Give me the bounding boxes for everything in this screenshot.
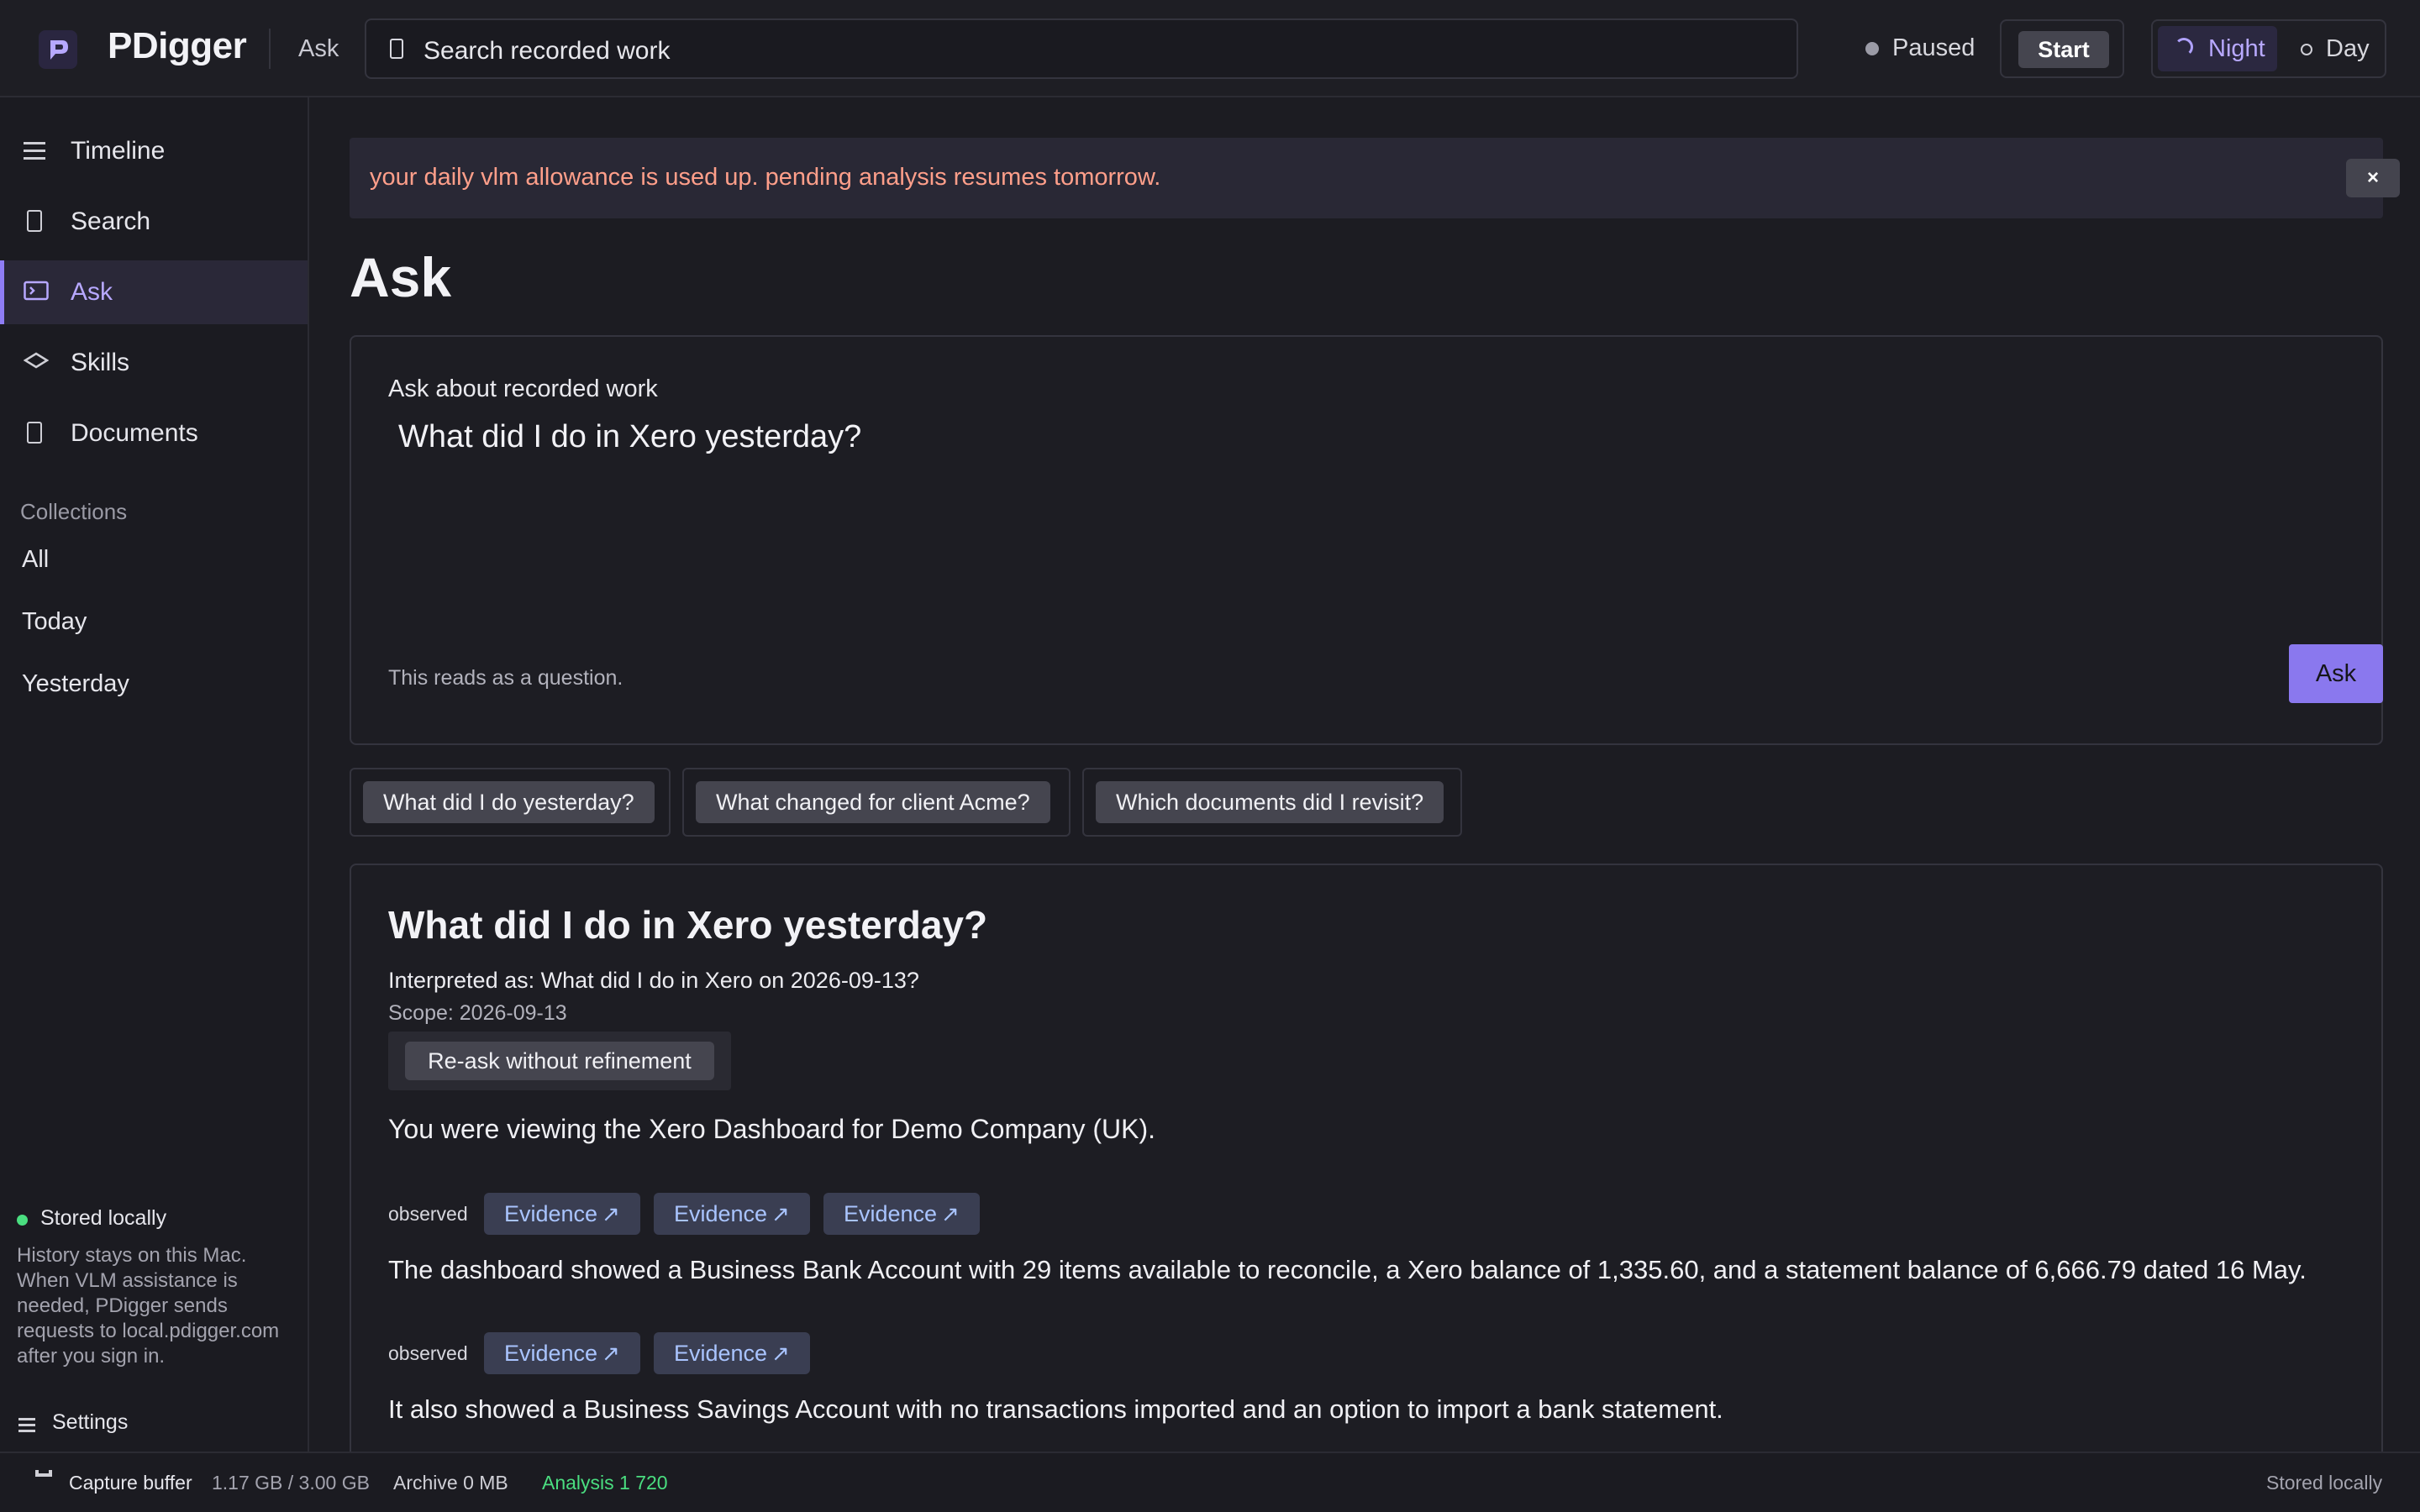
evidence-label: Evidence bbox=[674, 1341, 768, 1366]
external-link-icon: ↗ bbox=[771, 1341, 790, 1366]
sidebar-item-search[interactable]: Search bbox=[0, 190, 308, 254]
evidence-label: Evidence bbox=[504, 1201, 598, 1226]
answer-title: What did I do in Xero yesterday? bbox=[388, 903, 988, 947]
archive-size: Archive 0 MB bbox=[393, 1472, 508, 1494]
sidebar-item-timeline[interactable]: Timeline bbox=[0, 119, 308, 183]
banner-message: your daily vlm allowance is used up. pen… bbox=[370, 164, 1161, 191]
capture-buffer-value: 1.17 GB / 3.00 GB bbox=[212, 1472, 370, 1494]
loading-spinner-icon bbox=[2175, 38, 2193, 56]
collection-yesterday[interactable]: Yesterday bbox=[22, 670, 129, 698]
reask-control: Re-ask without refinement bbox=[388, 1032, 731, 1090]
stored-locally-title: Stored locally bbox=[40, 1206, 167, 1230]
sidebar-item-label: Timeline bbox=[71, 137, 166, 165]
analysis-count: Analysis 1 720 bbox=[542, 1472, 668, 1494]
quota-banner: your daily vlm allowance is used up. pen… bbox=[350, 138, 2400, 218]
suggestion-chip[interactable]: Which documents did I revisit? bbox=[1096, 781, 1444, 823]
sidebar-item-skills[interactable]: Skills bbox=[0, 331, 308, 395]
evidence-link[interactable]: Evidence ↗ bbox=[484, 1193, 640, 1235]
evidence-link[interactable]: Evidence ↗ bbox=[654, 1193, 810, 1235]
terminal-icon bbox=[24, 281, 49, 304]
layers-icon bbox=[23, 351, 50, 375]
answer-summary: You were viewing the Xero Dashboard for … bbox=[388, 1114, 1156, 1144]
sidebar-item-label: Skills bbox=[71, 349, 130, 376]
sidebar: Timeline Search Ask Skills Documents Col… bbox=[0, 97, 309, 1452]
ask-field-label: Ask about recorded work bbox=[388, 375, 658, 402]
reask-button[interactable]: Re-ask without refinement bbox=[405, 1042, 714, 1080]
search-input[interactable]: Search recorded work bbox=[365, 18, 1798, 79]
evidence-link[interactable]: Evidence ↗ bbox=[484, 1332, 640, 1374]
stored-locally-status: Stored locally bbox=[2266, 1472, 2383, 1494]
observed-label: observed bbox=[388, 1342, 468, 1364]
evidence-row: observed Evidence ↗ Evidence ↗ Evidence … bbox=[388, 1193, 1010, 1236]
collections-heading: Collections bbox=[20, 499, 128, 524]
doc-icon bbox=[27, 422, 42, 444]
external-link-icon: ↗ bbox=[602, 1341, 620, 1366]
theme-night-option[interactable]: Night bbox=[2158, 26, 2277, 71]
list-icon bbox=[24, 139, 47, 163]
evidence-row: observed Evidence ↗ Evidence ↗ bbox=[388, 1332, 842, 1376]
ask-card: Ask about recorded work What did I do in… bbox=[350, 335, 2383, 745]
circle-icon bbox=[2301, 44, 2312, 55]
settings-list-icon bbox=[18, 1416, 35, 1433]
top-divider bbox=[269, 29, 271, 69]
ask-hint: This reads as a question. bbox=[388, 666, 623, 690]
settings-link[interactable]: Settings bbox=[52, 1410, 128, 1435]
sidebar-item-documents[interactable]: Documents bbox=[0, 402, 308, 465]
sidebar-item-label: Documents bbox=[71, 419, 198, 447]
main-content: your daily vlm allowance is used up. pen… bbox=[309, 97, 2420, 1452]
search-placeholder: Search recorded work bbox=[424, 37, 671, 65]
sidebar-item-ask[interactable]: Ask bbox=[0, 260, 308, 324]
banner-close-button[interactable]: × bbox=[2346, 159, 2400, 197]
answer-card: What did I do in Xero yesterday? Interpr… bbox=[350, 864, 2383, 1452]
evidence-link[interactable]: Evidence ↗ bbox=[654, 1332, 810, 1374]
doc-icon bbox=[390, 39, 403, 59]
interpreted-query: Interpreted as: What did I do in Xero on… bbox=[388, 968, 919, 993]
evidence-label: Evidence bbox=[674, 1201, 768, 1226]
answer-sentence: It also showed a Business Savings Accoun… bbox=[388, 1394, 1723, 1424]
external-link-icon: ↗ bbox=[771, 1201, 790, 1226]
capture-buffer-label: Capture buffer bbox=[69, 1472, 192, 1494]
ask-button[interactable]: Ask bbox=[2289, 644, 2383, 703]
external-link-icon: ↗ bbox=[941, 1201, 960, 1226]
sidebar-item-label: Search bbox=[71, 207, 151, 235]
suggestion-chip[interactable]: What did I do yesterday? bbox=[363, 781, 655, 823]
collection-today[interactable]: Today bbox=[22, 608, 87, 636]
theme-night-label: Night bbox=[2208, 35, 2265, 62]
suggestion-box: What changed for client Acme? bbox=[682, 768, 1071, 837]
theme-switch: Night Day bbox=[2151, 19, 2386, 78]
observed-label: observed bbox=[388, 1203, 468, 1225]
question-input[interactable]: What did I do in Xero yesterday? bbox=[390, 412, 2339, 580]
status-bar: Capture buffer 1.17 GB / 3.00 GB Archive… bbox=[0, 1452, 2420, 1512]
start-button[interactable]: Start bbox=[2018, 31, 2109, 68]
external-link-icon: ↗ bbox=[602, 1201, 620, 1226]
capture-status-dot bbox=[1865, 42, 1879, 55]
evidence-link[interactable]: Evidence ↗ bbox=[823, 1193, 980, 1235]
answer-scope: Scope: 2026-09-13 bbox=[388, 1001, 567, 1025]
sidebar-item-label: Ask bbox=[71, 278, 113, 306]
start-control: Start bbox=[2000, 19, 2124, 78]
app-name: PDigger bbox=[108, 25, 247, 66]
logo-icon bbox=[50, 40, 68, 60]
answer-sentence: The dashboard showed a Business Bank Acc… bbox=[388, 1255, 2307, 1284]
suggestion-box: Which documents did I revisit? bbox=[1082, 768, 1462, 837]
evidence-label: Evidence bbox=[844, 1201, 938, 1226]
suggestion-box: What did I do yesterday? bbox=[350, 768, 671, 837]
suggestion-chip[interactable]: What changed for client Acme? bbox=[696, 781, 1050, 823]
page-title: Ask bbox=[350, 246, 452, 308]
theme-day-label: Day bbox=[2326, 35, 2370, 62]
doc-icon bbox=[27, 210, 42, 232]
evidence-label: Evidence bbox=[504, 1341, 598, 1366]
capture-status: Paused bbox=[1892, 34, 1975, 61]
stored-locally-description: History stays on this Mac. When VLM assi… bbox=[17, 1244, 280, 1368]
breadcrumb: Ask bbox=[298, 35, 339, 62]
stored-status-dot bbox=[17, 1215, 28, 1226]
app-logo bbox=[39, 30, 77, 69]
collection-all[interactable]: All bbox=[22, 546, 49, 574]
top-bar: PDigger Ask Search recorded work Paused … bbox=[0, 0, 2420, 97]
